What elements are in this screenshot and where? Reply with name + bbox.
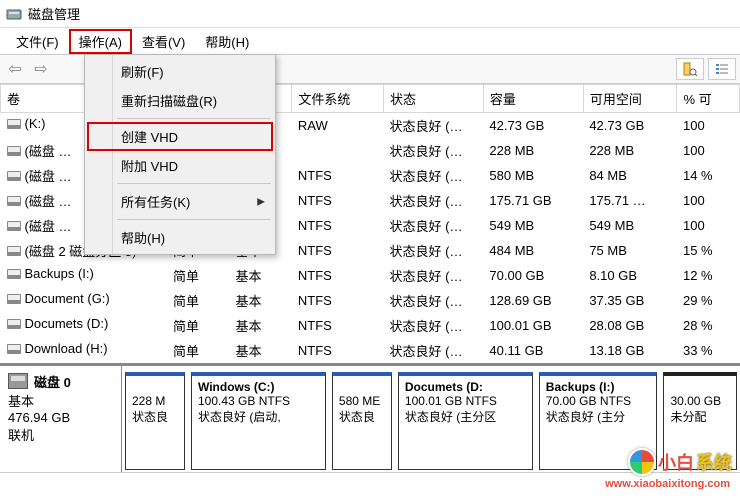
volume-icon bbox=[7, 294, 21, 304]
table-row[interactable]: Download (H:)简单基本NTFS状态良好 (…40.11 GB13.1… bbox=[1, 338, 740, 363]
menu-all-tasks[interactable]: 所有任务(K)▶ bbox=[87, 187, 273, 216]
menu-attach-vhd[interactable]: 附加 VHD bbox=[87, 151, 273, 180]
partition[interactable]: 580 ME状态良 bbox=[332, 372, 392, 470]
nav-back-icon[interactable]: ⇦ bbox=[4, 58, 26, 80]
volume-icon bbox=[7, 196, 21, 206]
partition[interactable]: 30.00 GB未分配 bbox=[663, 372, 737, 470]
action-menu-dropdown: 刷新(F) 重新扫描磁盘(R) 创建 VHD 附加 VHD 所有任务(K)▶ 帮… bbox=[84, 54, 276, 255]
menu-rescan[interactable]: 重新扫描磁盘(R) bbox=[87, 86, 273, 115]
view-button-2[interactable] bbox=[708, 58, 736, 80]
col-free[interactable]: 可用空间 bbox=[583, 85, 677, 113]
menu-view[interactable]: 查看(V) bbox=[132, 29, 195, 54]
volume-icon bbox=[7, 246, 21, 256]
partition[interactable]: Windows (C:)100.43 GB NTFS状态良好 (启动, bbox=[191, 372, 326, 470]
volume-icon bbox=[7, 319, 21, 329]
table-row[interactable]: Documets (D:)简单基本NTFS状态良好 (…100.01 GB28.… bbox=[1, 313, 740, 338]
table-row[interactable]: Document (G:)简单基本NTFS状态良好 (…128.69 GB37.… bbox=[1, 288, 740, 313]
volume-icon bbox=[7, 221, 21, 231]
partition[interactable]: 228 M状态良 bbox=[125, 372, 185, 470]
menu-help-item[interactable]: 帮助(H) bbox=[87, 223, 273, 252]
window-title: 磁盘管理 bbox=[28, 4, 80, 23]
partition[interactable]: Documets (D:100.01 GB NTFS状态良好 (主分区 bbox=[398, 372, 533, 470]
menu-create-vhd[interactable]: 创建 VHD bbox=[87, 122, 273, 151]
disk-status: 联机 bbox=[8, 425, 113, 444]
menu-action[interactable]: 操作(A) bbox=[69, 29, 132, 54]
disk-name: 磁盘 0 bbox=[34, 372, 71, 391]
submenu-arrow-icon: ▶ bbox=[257, 196, 265, 207]
volume-icon bbox=[7, 119, 21, 129]
volume-icon bbox=[7, 171, 21, 181]
disk-icon bbox=[8, 373, 28, 389]
disk-size: 476.94 GB bbox=[8, 410, 113, 425]
table-row[interactable]: Backups (I:)简单基本NTFS状态良好 (…70.00 GB8.10 … bbox=[1, 263, 740, 288]
col-capacity[interactable]: 容量 bbox=[483, 85, 583, 113]
disk-type: 基本 bbox=[8, 391, 113, 410]
col-filesystem[interactable]: 文件系统 bbox=[292, 85, 384, 113]
volume-icon bbox=[7, 146, 21, 156]
nav-forward-icon[interactable]: ⇨ bbox=[30, 58, 52, 80]
titlebar: 磁盘管理 bbox=[0, 0, 740, 28]
col-status[interactable]: 状态 bbox=[384, 85, 484, 113]
disk-header[interactable]: 磁盘 0 基本 476.94 GB 联机 bbox=[0, 366, 122, 476]
menubar: 文件(F) 操作(A) 查看(V) 帮助(H) bbox=[0, 28, 740, 54]
disk-map: 磁盘 0 基本 476.94 GB 联机 228 M状态良Windows (C:… bbox=[0, 364, 740, 476]
volume-icon bbox=[7, 344, 21, 354]
col-percent[interactable]: % 可 bbox=[677, 85, 740, 113]
volume-icon bbox=[7, 269, 21, 279]
menu-refresh[interactable]: 刷新(F) bbox=[87, 57, 273, 86]
partition[interactable]: Backups (I:)70.00 GB NTFS状态良好 (主分 bbox=[539, 372, 658, 470]
watermark-url: www.xiaobaixitong.com bbox=[605, 478, 730, 490]
menu-help[interactable]: 帮助(H) bbox=[195, 29, 259, 54]
view-button-1[interactable] bbox=[676, 58, 704, 80]
menu-file[interactable]: 文件(F) bbox=[6, 29, 69, 54]
app-icon bbox=[6, 6, 22, 22]
